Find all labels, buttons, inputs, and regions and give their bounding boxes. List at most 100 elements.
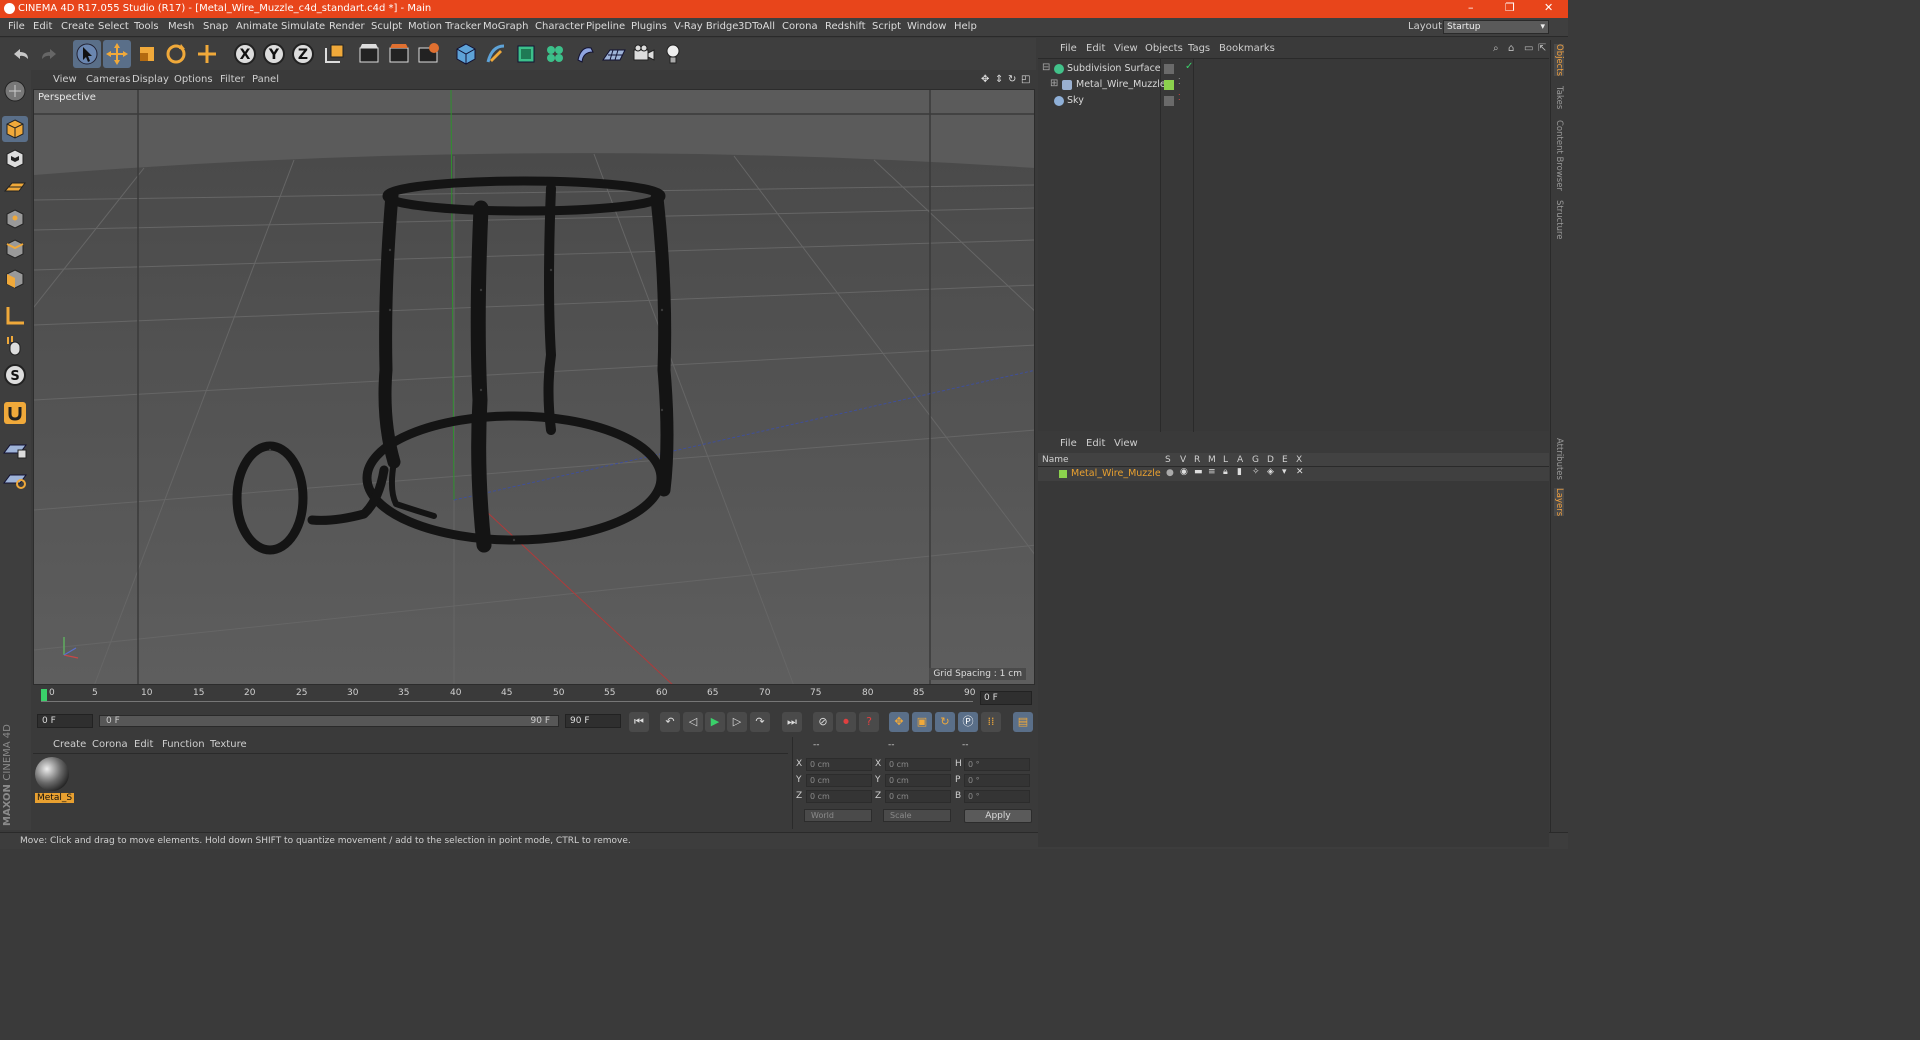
visibility-dots-icon[interactable]: ⁚ (1178, 93, 1181, 102)
z-axis-button[interactable]: Z (289, 40, 317, 68)
menu-snap[interactable]: Snap (203, 21, 228, 32)
workplane-mode-button[interactable] (2, 174, 28, 200)
key-scale-button[interactable]: ▣ (912, 712, 932, 732)
menu-help[interactable]: Help (954, 21, 977, 32)
layer-menu-file[interactable]: File (1060, 438, 1077, 449)
floor-button[interactable] (600, 40, 628, 68)
end-frame-field[interactable]: 90 F (565, 714, 621, 728)
playhead-marker[interactable] (41, 689, 47, 701)
viewport-menu-display[interactable]: Display (132, 74, 169, 85)
object-menu-file[interactable]: File (1060, 43, 1077, 54)
object-row-sky[interactable]: Sky ⁚ (1038, 93, 1549, 109)
layout-select[interactable]: Startup ▾ (1443, 20, 1549, 34)
model-mode-button[interactable] (2, 116, 28, 142)
menu-render[interactable]: Render (329, 21, 365, 32)
pos-z-field[interactable]: 0 cm (806, 790, 872, 803)
undo-button[interactable] (6, 40, 34, 68)
polygons-mode-button[interactable] (2, 266, 28, 292)
go-to-start-button[interactable]: ⏮ (629, 712, 649, 732)
key-position-button[interactable]: ✥ (889, 712, 909, 732)
layer-menu-edit[interactable]: Edit (1086, 438, 1105, 449)
render-settings-button[interactable] (414, 40, 442, 68)
apply-button[interactable]: Apply (964, 809, 1032, 823)
expand-icon[interactable]: ⇱ (1538, 43, 1546, 54)
deformer-button[interactable] (571, 40, 599, 68)
object-menu-objects[interactable]: Objects (1145, 43, 1183, 54)
layer-row[interactable]: Metal_Wire_Muzzle ● ◉ ▬ ≡ 🔒︎ ▮ ✧ ◈ ▾ ✕ (1038, 467, 1549, 481)
menu-plugins[interactable]: Plugins (631, 21, 667, 32)
menu-vray-bridge[interactable]: V-Ray Bridge (674, 21, 738, 32)
menu-edit[interactable]: Edit (33, 21, 52, 32)
visibility-dots-icon[interactable]: ⁚ (1178, 77, 1181, 86)
rot-b-field[interactable]: 0 ° (964, 790, 1030, 803)
points-mode-button[interactable] (2, 206, 28, 232)
key-pla-button[interactable]: ⁞⁞ (981, 712, 1001, 732)
viewport-menu-options[interactable]: Options (174, 74, 213, 85)
viewport-menu-view[interactable]: View (53, 74, 77, 85)
redo-button[interactable] (36, 40, 64, 68)
close-button[interactable]: ✕ (1544, 1, 1553, 14)
lock-icon[interactable]: 🔒︎ (1223, 467, 1228, 477)
rotate-tool-button[interactable] (162, 40, 190, 68)
previous-key-button[interactable]: ↶ (660, 712, 680, 732)
keyframe-selection-button[interactable]: ? (859, 712, 879, 732)
menu-3dtoall[interactable]: 3DToAll (738, 21, 775, 32)
size-mode-dropdown[interactable]: Scale (883, 809, 951, 822)
record-keys-button[interactable]: ⊘ (813, 712, 833, 732)
menu-tools[interactable]: Tools (134, 21, 159, 32)
camera-button[interactable] (630, 40, 658, 68)
select-tool-button[interactable] (73, 40, 101, 68)
pos-x-field[interactable]: 0 cm (806, 758, 872, 771)
go-to-end-button[interactable]: ⏭ (782, 712, 802, 732)
solo-icon[interactable]: ● (1166, 468, 1174, 478)
viewport-menu-filter[interactable]: Filter (220, 74, 245, 85)
menu-mograph[interactable]: MoGraph (483, 21, 528, 32)
object-menu-edit[interactable]: Edit (1086, 43, 1105, 54)
texture-mode-button[interactable] (2, 146, 28, 172)
coordinate-system-button[interactable] (320, 40, 348, 68)
menu-window[interactable]: Window (907, 21, 946, 32)
material-menu-edit[interactable]: Edit (134, 739, 153, 750)
viewport-menu-cameras[interactable]: Cameras (86, 74, 130, 85)
render-view-button[interactable] (355, 40, 383, 68)
previous-frame-button[interactable]: ◁ (683, 712, 703, 732)
last-tool-button[interactable] (193, 40, 221, 68)
scale-tool-button[interactable] (133, 40, 161, 68)
tab-structure[interactable]: Structure (1554, 200, 1564, 240)
size-x-field[interactable]: 0 cm (885, 758, 951, 771)
material-menu-create[interactable]: Create (53, 739, 86, 750)
material-menu-function[interactable]: Function (162, 739, 205, 750)
pos-y-field[interactable]: 0 cm (806, 774, 872, 787)
new-window-icon[interactable]: ▭ (1524, 43, 1533, 54)
object-menu-bookmarks[interactable]: Bookmarks (1219, 43, 1275, 54)
object-menu-tags[interactable]: Tags (1188, 43, 1210, 54)
viewport-zoom-icon[interactable]: ⇕ (995, 74, 1003, 85)
menu-animate[interactable]: Animate (236, 21, 278, 32)
material-menu-corona[interactable]: Corona (92, 739, 128, 750)
material-name[interactable]: Metal_S (35, 793, 75, 803)
key-rotation-button[interactable]: ↻ (935, 712, 955, 732)
x-axis-button[interactable]: X (231, 40, 259, 68)
current-frame-field[interactable]: 0 F (980, 691, 1032, 705)
menu-simulate[interactable]: Simulate (281, 21, 325, 32)
xref-icon[interactable]: ✕ (1296, 467, 1304, 477)
viewport-menu-panel[interactable]: Panel (252, 74, 279, 85)
autokey-button[interactable]: ⏺ (836, 712, 856, 732)
axis-mode-button[interactable] (2, 303, 28, 329)
layer-menu-view[interactable]: View (1114, 438, 1138, 449)
lock-workplane-button[interactable] (2, 436, 28, 462)
y-axis-button[interactable]: Y (260, 40, 288, 68)
key-parameter-button[interactable]: Ⓟ (958, 712, 978, 732)
object-row-metal-wire-muzzle[interactable]: ⊞ Metal_Wire_Muzzle ⁚ (1038, 77, 1549, 93)
render-picture-viewer-button[interactable] (385, 40, 413, 68)
edges-mode-button[interactable] (2, 236, 28, 262)
menu-mesh[interactable]: Mesh (168, 21, 194, 32)
make-editable-button[interactable] (2, 78, 28, 104)
search-icon[interactable]: ⌕ (1493, 43, 1499, 54)
timeline-window-button[interactable]: ▤ (1013, 712, 1033, 732)
light-button[interactable] (659, 40, 687, 68)
expression-icon[interactable]: ▾ (1282, 467, 1287, 477)
material-preview-sphere[interactable] (35, 757, 69, 791)
collapse-icon[interactable]: ⊟ (1042, 62, 1050, 73)
menu-character[interactable]: Character (535, 21, 584, 32)
